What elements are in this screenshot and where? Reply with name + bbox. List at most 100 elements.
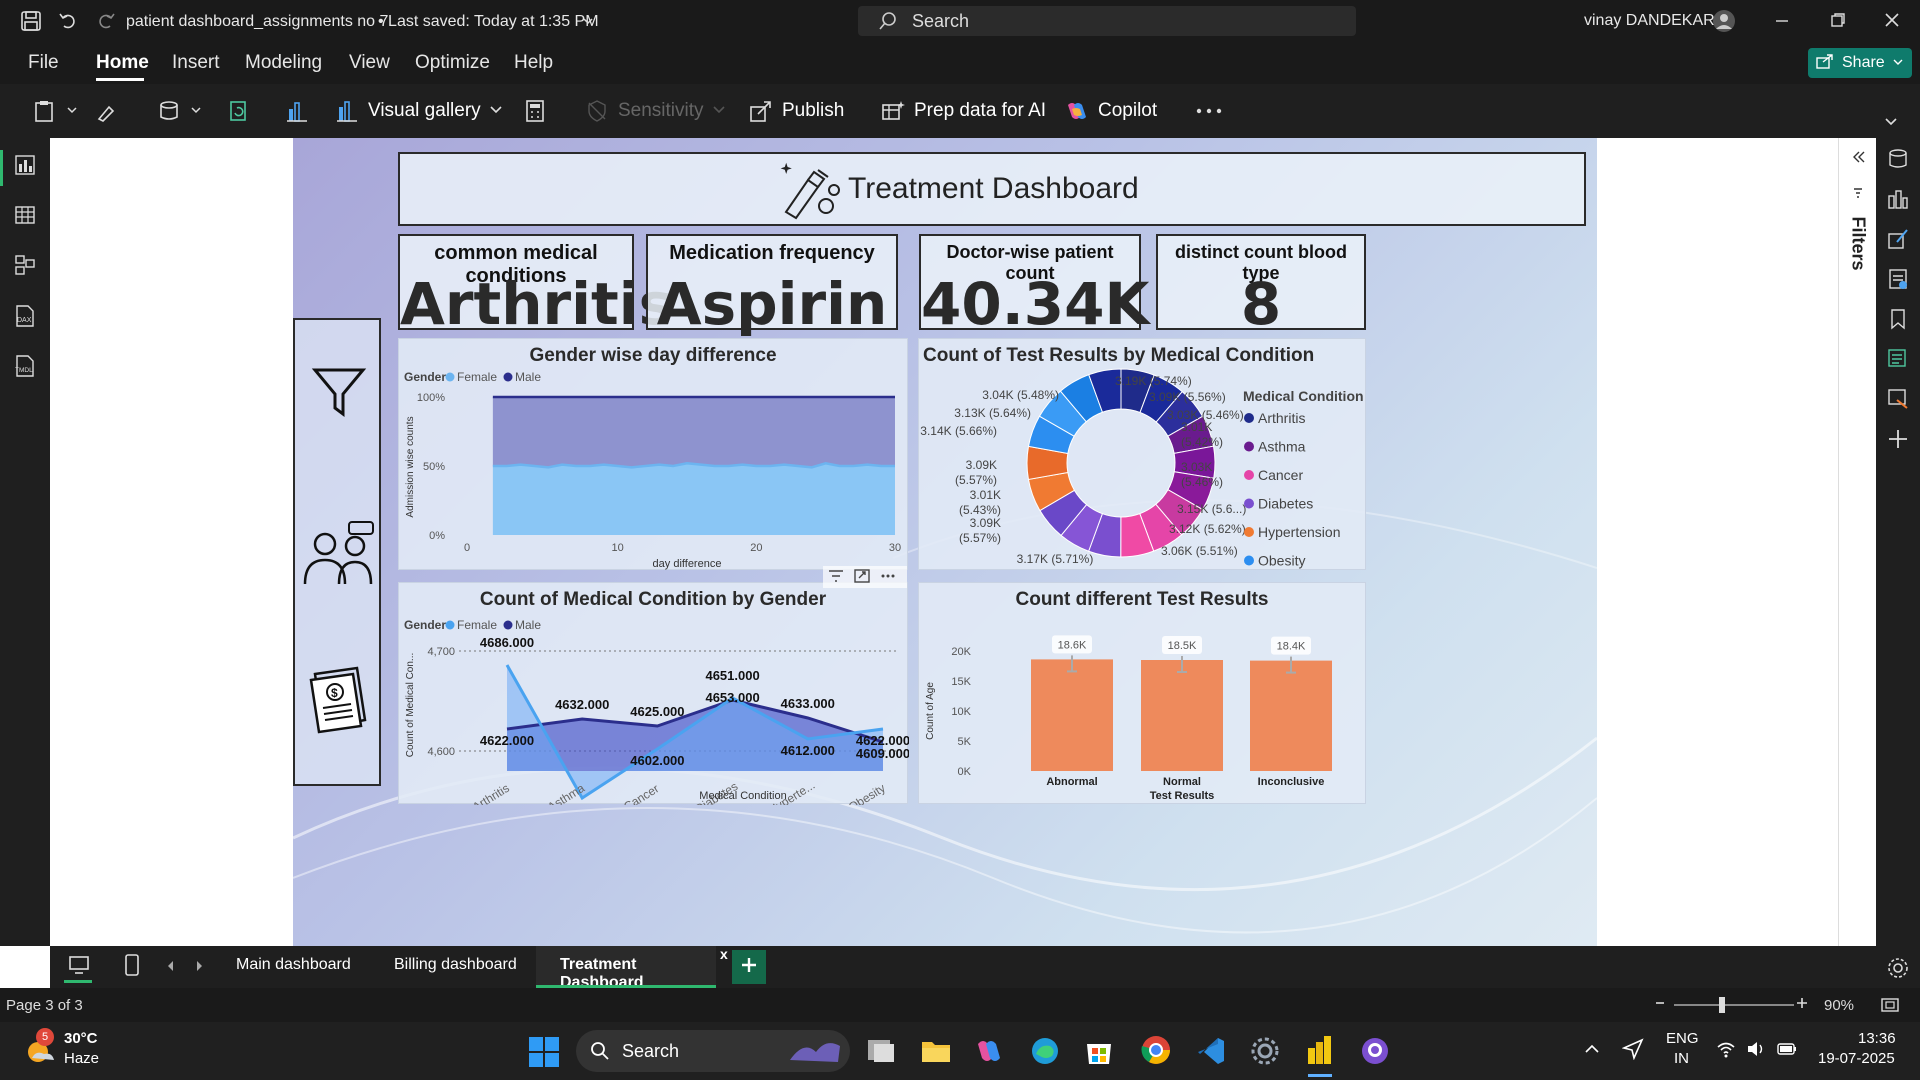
prep-data-button[interactable]: Prep data for AI	[880, 96, 1046, 126]
vscode-icon[interactable]	[1196, 1036, 1226, 1071]
undo-icon[interactable]	[58, 10, 78, 35]
taskbar-search[interactable]: Search	[576, 1030, 850, 1072]
zoom-out-icon[interactable]	[1654, 996, 1666, 1013]
more-options-icon[interactable]	[879, 568, 897, 586]
prev-page-icon[interactable]	[166, 959, 176, 978]
add-page-button[interactable]	[732, 950, 766, 984]
restore-icon[interactable]	[1830, 12, 1846, 33]
search-box[interactable]: Search	[858, 6, 1356, 36]
expand-chevron-icon[interactable]	[1851, 150, 1865, 169]
zoom-slider[interactable]	[1674, 1004, 1794, 1006]
format-painter-button[interactable]	[94, 96, 120, 126]
filter-funnel-icon[interactable]	[311, 364, 367, 425]
filters-pane-collapsed[interactable]: Filters	[1838, 138, 1876, 946]
tmdl-view-icon[interactable]: TMDL	[14, 354, 36, 383]
doctor-patient-icon[interactable]	[301, 520, 377, 591]
tab-billing-dashboard[interactable]: Billing dashboard	[394, 956, 517, 974]
chart-gender-day-difference[interactable]: Gender wise day difference Gender Female M…	[398, 338, 908, 570]
battery-icon[interactable]	[1776, 1040, 1798, 1063]
settings-app-icon[interactable]	[1250, 1036, 1280, 1071]
calculator-button[interactable]	[522, 96, 548, 126]
zoom-slider-thumb[interactable]	[1719, 997, 1725, 1013]
wifi-icon[interactable]	[1716, 1040, 1736, 1063]
performance-analyzer-icon[interactable]	[1887, 388, 1909, 415]
publish-icon	[748, 98, 774, 124]
share-button[interactable]: Share	[1808, 48, 1912, 78]
visualizations-pane-icon[interactable]	[1887, 188, 1909, 215]
get-data-button[interactable]	[156, 96, 202, 126]
chart-test-results-by-condition[interactable]: Count of Test Results by Medical Conditi…	[918, 338, 1366, 570]
chart-condition-by-gender[interactable]: Count of Medical Condition by Gender Gen…	[398, 582, 909, 805]
table-view-icon[interactable]	[14, 204, 36, 231]
fit-to-page-icon[interactable]	[1880, 997, 1900, 1017]
edge-browser-icon[interactable]	[1030, 1036, 1060, 1071]
tab-main-dashboard[interactable]: Main dashboard	[236, 956, 351, 974]
bookmark-icon[interactable]	[1887, 308, 1909, 335]
settings-gear-icon[interactable]	[1886, 956, 1910, 985]
copilot-app-icon[interactable]	[974, 1036, 1004, 1071]
build-visual-pane-icon[interactable]	[1887, 268, 1909, 295]
avatar[interactable]	[1712, 9, 1736, 38]
new-visual-button[interactable]	[284, 96, 310, 126]
close-icon[interactable]	[1884, 12, 1900, 33]
power-bi-icon[interactable]	[1306, 1034, 1334, 1071]
location-arrow-icon[interactable]	[1621, 1038, 1644, 1065]
more-options-icon[interactable]	[1196, 96, 1222, 126]
menu-file[interactable]: File	[28, 52, 59, 74]
desktop-layout-icon[interactable]	[68, 954, 90, 981]
x-tick-label: Inconclusive	[1258, 776, 1325, 788]
minimize-icon[interactable]	[1774, 12, 1790, 33]
next-page-icon[interactable]	[194, 959, 204, 978]
copilot-button[interactable]: Copilot	[1064, 96, 1157, 126]
zoom-in-icon[interactable]	[1796, 996, 1808, 1013]
x-tick-label: Normal	[1163, 776, 1201, 788]
mobile-layout-icon[interactable]	[124, 954, 140, 981]
filter-icon[interactable]	[827, 568, 845, 586]
tab-close-button[interactable]: x	[720, 946, 728, 962]
title-bar: patient dashboard_assignments no 7 • Las…	[0, 0, 1920, 44]
database-icon	[156, 98, 182, 124]
report-view-icon[interactable]	[14, 154, 36, 181]
tab-treatment-dashboard[interactable]: Treatment Dashboard x	[536, 946, 728, 991]
bar	[1141, 660, 1223, 771]
redo-icon[interactable]	[96, 10, 116, 35]
menu-help[interactable]: Help	[514, 52, 553, 74]
paste-button[interactable]	[32, 96, 78, 126]
github-desktop-icon[interactable]	[1360, 1036, 1390, 1071]
clock-time[interactable]: 13:36	[1858, 1030, 1896, 1047]
data-label: 4622.000	[480, 733, 534, 748]
visual-gallery-button[interactable]: Visual gallery	[334, 96, 503, 126]
menu-optimize[interactable]: Optimize	[415, 52, 490, 74]
active-tab-underline	[96, 78, 144, 81]
add-pane-icon[interactable]	[1887, 428, 1909, 455]
menu-insert[interactable]: Insert	[172, 52, 220, 74]
model-view-icon[interactable]	[14, 254, 36, 281]
billing-document-icon[interactable]: $	[305, 666, 371, 741]
file-explorer-icon[interactable]	[920, 1036, 952, 1071]
volume-icon[interactable]	[1746, 1040, 1766, 1063]
refresh-button[interactable]	[226, 96, 252, 126]
clock-date[interactable]: 19-07-2025	[1818, 1050, 1895, 1067]
data-pane-icon[interactable]	[1887, 148, 1909, 175]
dax-query-icon[interactable]: DAX	[14, 304, 36, 333]
tray-chevron-up-icon[interactable]	[1584, 1042, 1600, 1061]
focus-mode-icon[interactable]	[853, 568, 871, 586]
menu-home[interactable]: Home	[96, 52, 149, 74]
sensitivity-button[interactable]: Sensitivity	[584, 96, 726, 126]
data-label: 18.5K	[1168, 640, 1197, 652]
microsoft-store-icon[interactable]	[1084, 1036, 1114, 1071]
chart-test-results-count[interactable]: Count different Test Results 0K 5K 10K 15K 2…	[918, 582, 1366, 804]
selection-pane-icon[interactable]	[1887, 348, 1909, 375]
menu-modeling[interactable]: Modeling	[245, 52, 322, 74]
format-pane-icon[interactable]	[1887, 228, 1909, 255]
publish-button[interactable]: Publish	[748, 96, 844, 126]
chrome-icon[interactable]	[1140, 1034, 1172, 1071]
task-view-icon[interactable]	[866, 1036, 896, 1071]
y-tick-label: 20K	[951, 646, 971, 658]
windows-start-icon[interactable]	[528, 1036, 560, 1073]
input-language[interactable]: ENG	[1666, 1030, 1699, 1047]
menu-view[interactable]: View	[349, 52, 390, 74]
save-icon[interactable]	[20, 10, 42, 37]
chevron-down-icon[interactable]	[582, 14, 594, 32]
ribbon-collapse-chevron-icon[interactable]	[1884, 114, 1898, 133]
